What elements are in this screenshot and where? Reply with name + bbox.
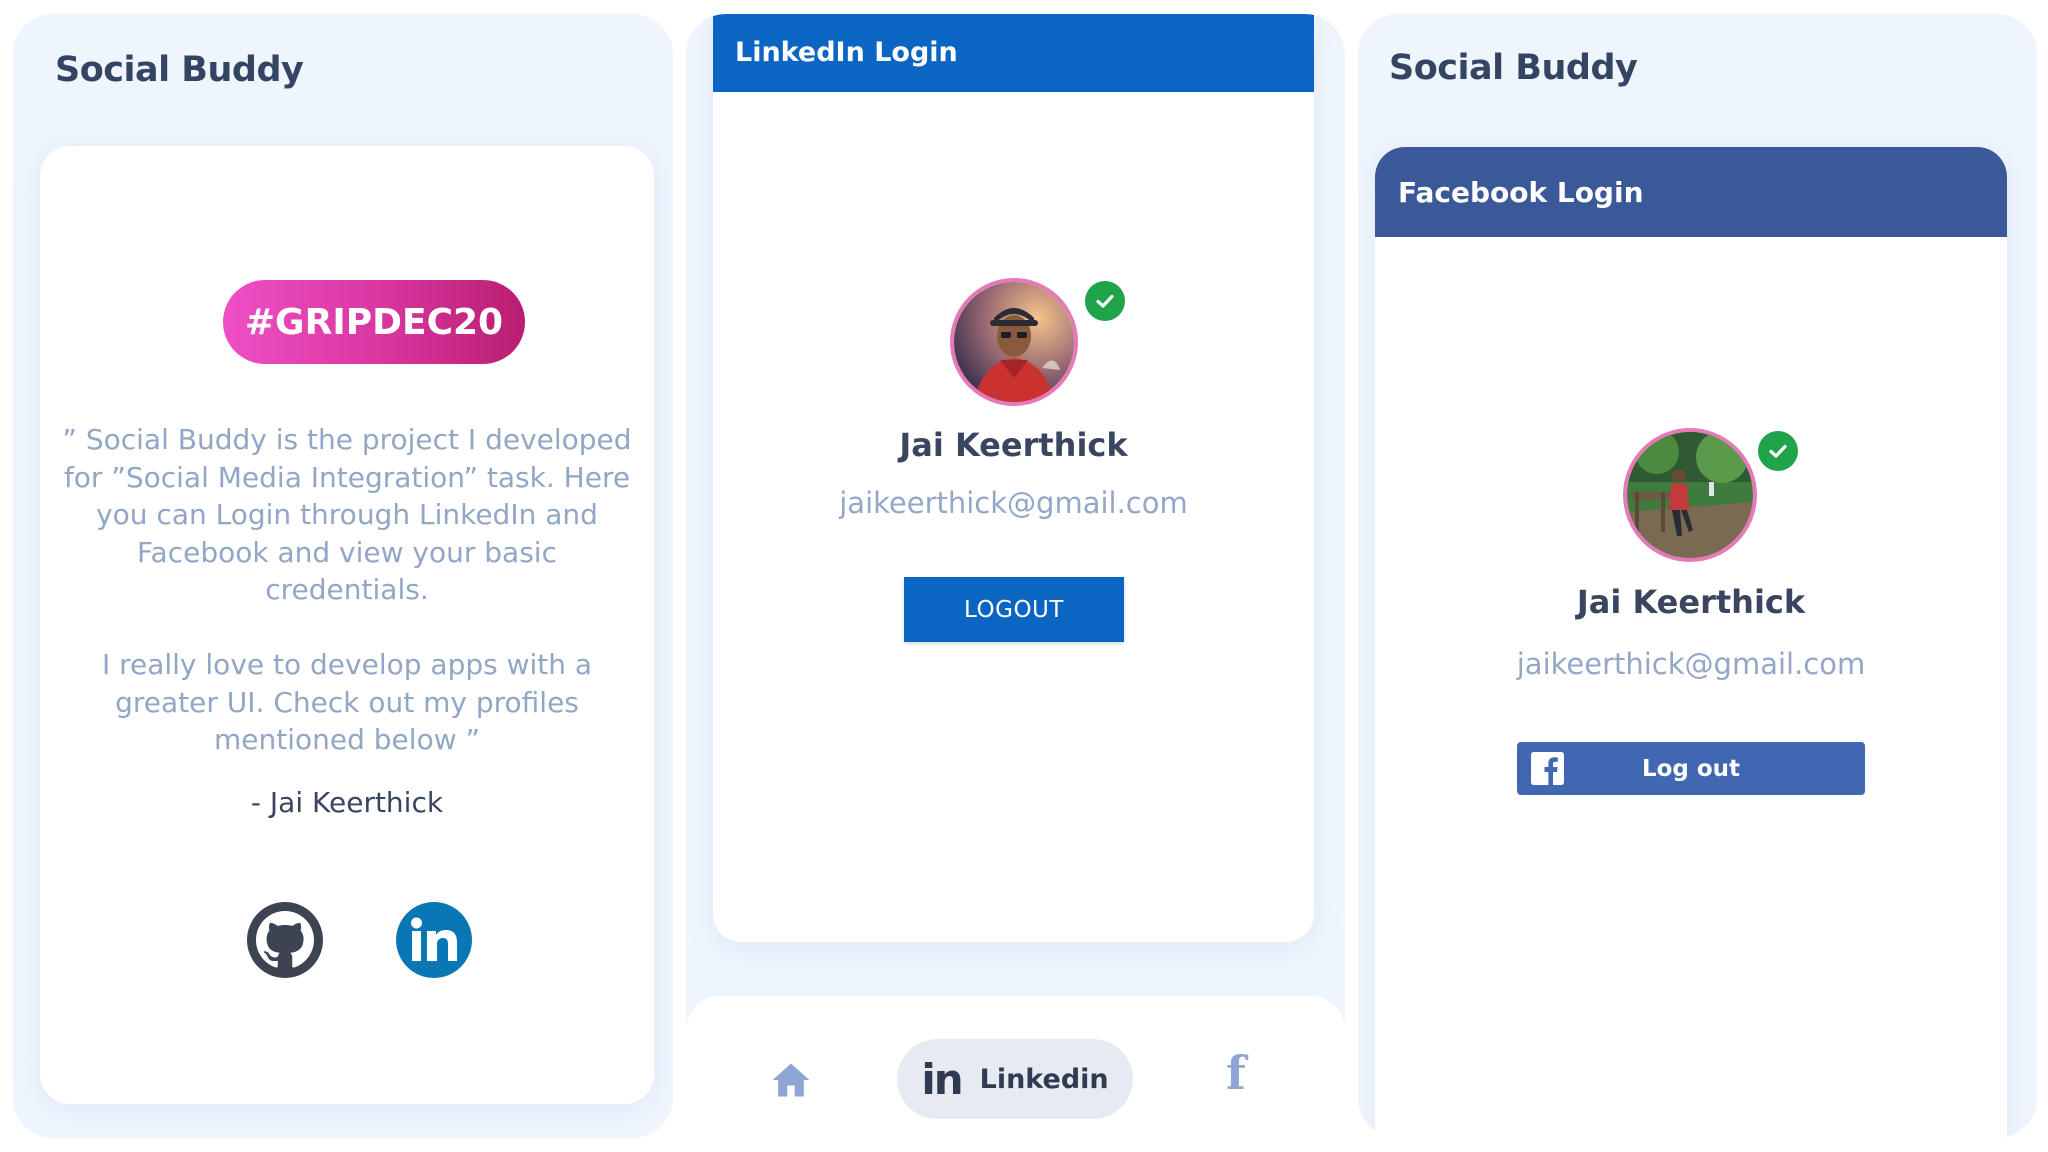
app-title: Social Buddy (1389, 48, 1638, 88)
facebook-logout-button[interactable]: Log out (1517, 742, 1865, 795)
user-name: Jai Keerthick (899, 426, 1128, 464)
nav-linkedin-tab[interactable]: in Linkedin (897, 1039, 1133, 1119)
project-description: ” Social Buddy is the project I develope… (62, 423, 632, 606)
user-email: jaikeerthick@gmail.com (839, 486, 1188, 520)
facebook-screen: Social Buddy Facebook Login Jai Keerthic… (1358, 14, 2037, 1138)
avatar (950, 278, 1078, 406)
github-icon (256, 911, 314, 968)
hashtag-badge: #GRIPDEC20 (223, 280, 525, 364)
profile-photo (1627, 432, 1753, 558)
linkedin-header: LinkedIn Login (713, 14, 1314, 92)
verified-check-icon (1085, 281, 1125, 321)
linkedin-screen: LinkedIn Login Jai Keerthick jaikeerthic… (686, 14, 1345, 1138)
about-screen: Social Buddy #GRIPDEC20 ” Social Buddy i… (13, 14, 673, 1138)
nav-facebook-button[interactable]: f (1226, 1046, 1246, 1100)
linkedin-icon (411, 917, 457, 961)
logout-button[interactable]: LOGOUT (904, 577, 1124, 642)
facebook-header: Facebook Login (1375, 147, 2007, 237)
github-profile-link[interactable] (247, 902, 323, 978)
nav-home-button[interactable] (769, 1058, 813, 1102)
facebook-profile-card: Facebook Login Jai Keerthick jaikeerthic… (1375, 147, 2007, 1138)
nav-linkedin-label: Linkedin (979, 1063, 1109, 1095)
linkedin-profile-card: LinkedIn Login Jai Keerthick jaikeerthic… (713, 14, 1314, 942)
bottom-navigation: in Linkedin f (686, 996, 1345, 1138)
facebook-icon: f (1226, 1046, 1246, 1100)
developer-note: I really love to develop apps with a gre… (101, 648, 593, 756)
home-icon (772, 1063, 810, 1097)
facebook-icon (1531, 752, 1564, 785)
user-email: jaikeerthick@gmail.com (1516, 647, 1866, 681)
avatar (1623, 428, 1757, 562)
linkedin-icon: in (921, 1054, 963, 1104)
facebook-logout-label: Log out (1641, 755, 1741, 782)
verified-check-icon (1758, 431, 1798, 471)
user-name: Jai Keerthick (1576, 583, 1806, 621)
profile-photo (954, 282, 1074, 402)
app-title: Social Buddy (55, 50, 304, 90)
about-card: #GRIPDEC20 ” Social Buddy is the project… (40, 146, 654, 1104)
author-signature: - Jai Keerthick (250, 786, 444, 819)
linkedin-profile-link[interactable] (396, 902, 472, 978)
